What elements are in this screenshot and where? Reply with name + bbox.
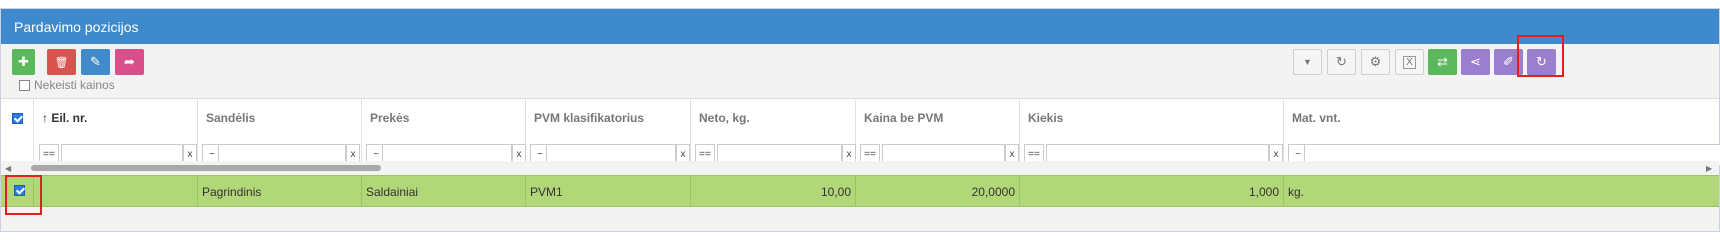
- excel-icon: X: [1403, 55, 1416, 69]
- sort-up-icon: ↑: [42, 111, 48, 125]
- plus-icon: ✚: [18, 54, 29, 69]
- add-button[interactable]: ✚: [12, 49, 35, 75]
- cell-pvm: PVM1: [526, 176, 691, 206]
- cell-kiekis: 1,000: [1020, 176, 1284, 206]
- cell-prekes: Saldainiai: [362, 176, 526, 206]
- cell-sandelis: Pagrindinis: [198, 176, 362, 206]
- pencil-icon: ✎: [90, 54, 101, 69]
- share-button[interactable]: ⋖: [1461, 49, 1490, 75]
- share-arrow-button[interactable]: ➦: [115, 49, 144, 75]
- refresh-button[interactable]: ↻: [1327, 49, 1356, 75]
- panel-title: Pardavimo pozicijos: [14, 19, 139, 35]
- scroll-left-arrow-icon[interactable]: ◀: [5, 164, 11, 173]
- nekeisti-kainos-label: Nekeisti kainos: [34, 78, 115, 92]
- refresh-icon: ↻: [1336, 54, 1347, 69]
- eraser-icon: ✐: [1503, 54, 1514, 69]
- col-sandelis[interactable]: Sandėlis: [198, 99, 362, 139]
- gear-icon: ⚙: [1369, 54, 1382, 69]
- col-kaina-be-pvm[interactable]: Kaina be PVM: [856, 99, 1020, 139]
- scroll-right-arrow-icon[interactable]: ▶: [1706, 164, 1712, 173]
- share-arrow-icon: ➦: [124, 54, 135, 69]
- exchange-button[interactable]: ⇄: [1428, 49, 1457, 75]
- cell-mat-vnt: kg.: [1288, 185, 1305, 199]
- scrollbar-thumb[interactable]: [31, 165, 381, 171]
- col-mat-vnt[interactable]: Mat. vnt.: [1284, 99, 1719, 139]
- share-icon: ⋖: [1470, 54, 1481, 69]
- highlight-box: [5, 175, 42, 215]
- cell-neto: 10,00: [691, 176, 856, 206]
- cell-kaina: 20,0000: [856, 176, 1020, 206]
- panel-header: Pardavimo pozicijos: [1, 9, 1719, 44]
- filter-icon: ▼: [1303, 57, 1312, 67]
- col-kiekis[interactable]: Kiekis: [1020, 99, 1284, 139]
- col-eil-nr[interactable]: ↑ Eil. nr.: [34, 99, 198, 139]
- highlight-box: [1517, 35, 1564, 77]
- filter-button[interactable]: ▼: [1293, 49, 1322, 75]
- delete-button[interactable]: 🗑: [47, 49, 76, 75]
- nekeisti-kainos-checkbox[interactable]: Nekeisti kainos: [19, 78, 115, 92]
- table-row[interactable]: Pagrindinis Saldainiai PVM1 10,00 20,000…: [1, 175, 1719, 207]
- sales-positions-panel: Pardavimo pozicijos ✚ 🗑 ✎ ➦ ▼ ↻ ⚙ X ⇄ ⋖ …: [0, 8, 1720, 232]
- excel-export-button[interactable]: X: [1395, 49, 1424, 75]
- grid-header: ↑ Eil. nr. Sandėlis Prekės PVM klasifika…: [1, 98, 1719, 140]
- col-pvm-klasifikatorius[interactable]: PVM klasifikatorius: [526, 99, 691, 139]
- exchange-icon: ⇄: [1437, 54, 1448, 69]
- edit-button[interactable]: ✎: [81, 49, 110, 75]
- select-all-cell: [1, 99, 34, 139]
- col-prekes[interactable]: Prekės: [362, 99, 526, 139]
- checkbox-box[interactable]: [19, 79, 30, 91]
- settings-button[interactable]: ⚙: [1361, 49, 1390, 75]
- trash-icon: 🗑: [54, 56, 69, 69]
- horizontal-scrollbar[interactable]: ◀ ▶: [1, 161, 1719, 175]
- cell-eil-nr: [34, 176, 198, 206]
- col-neto-kg[interactable]: Neto, kg.: [691, 99, 856, 139]
- select-all-checkbox[interactable]: [12, 113, 23, 124]
